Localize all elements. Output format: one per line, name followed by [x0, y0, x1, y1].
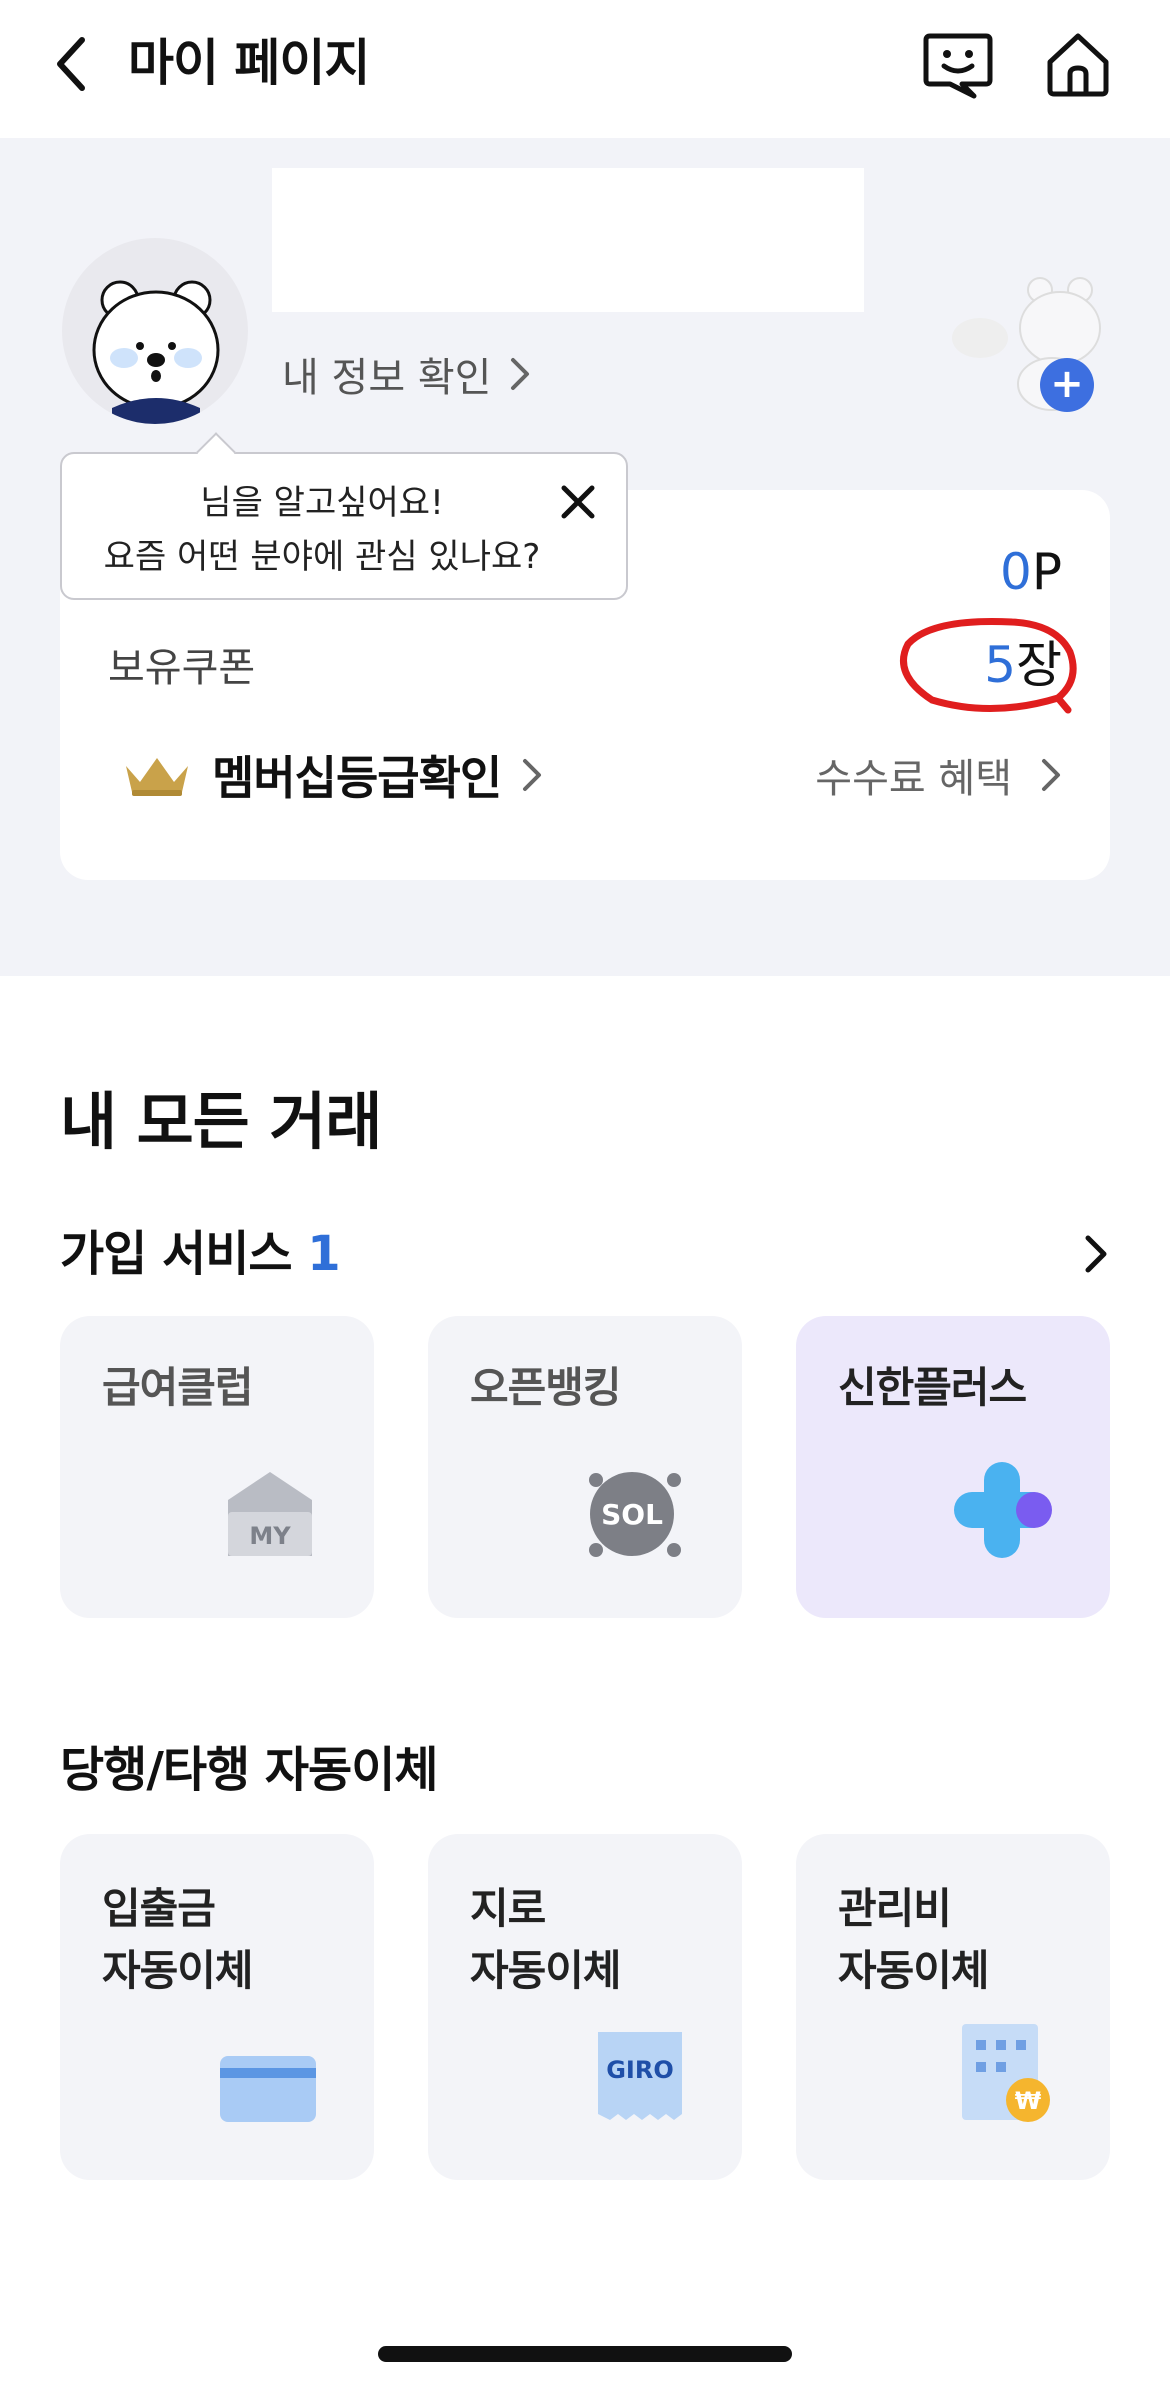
auto-transfer-line1: 지로: [470, 1884, 546, 1933]
auto-transfer-line1: 관리비: [838, 1884, 952, 1933]
auto-transfer-line2: 자동이체: [470, 1946, 622, 1995]
chevron-left-icon: [57, 37, 85, 91]
auto-transfer-label: 지로 자동이체: [470, 1878, 622, 2002]
interest-tooltip: 님을 알고싶어요! 요즘 어떤 분야에 관심 있나요?: [60, 432, 628, 600]
point-value[interactable]: 0P: [1000, 542, 1062, 602]
fee-benefit-link[interactable]: 수수료 혜택: [815, 740, 1062, 810]
section-title: 내 모든 거래: [60, 1085, 382, 1158]
add-badge[interactable]: +: [1040, 358, 1094, 412]
auto-transfer-line1: 입출금: [102, 1884, 216, 1933]
building-won-icon: ₩: [962, 2024, 1050, 2122]
mail-my-icon: MY: [228, 1472, 312, 1556]
sol-icon: SOL: [589, 1472, 681, 1557]
auto-transfer-label: 관리비 자동이체: [838, 1878, 990, 2002]
auto-transfer-tile-deposit[interactable]: 입출금 자동이체: [60, 1834, 374, 2180]
chevron-right-icon: [1085, 1235, 1107, 1273]
chevron-right-icon: [1042, 759, 1060, 791]
my-page: 마이 페이지 내 정보 확인 + 0P 보유쿠폰 5장 멤버십등급확인 수수료 …: [0, 0, 1170, 2382]
avatar[interactable]: [62, 238, 248, 424]
svg-text:GIRO: GIRO: [606, 2056, 674, 2084]
fee-label: 수수료 혜택: [815, 756, 1012, 802]
auto-transfer-line2: 자동이체: [102, 1946, 254, 1995]
bear-avatar-icon: [92, 280, 220, 424]
auto-transfer-tile-maintenance[interactable]: 관리비 자동이체 ₩: [796, 1834, 1110, 2180]
back-button[interactable]: [52, 30, 102, 98]
shinhan-plus-icon: [954, 1462, 1052, 1558]
crown-icon: [126, 758, 188, 796]
my-info-link[interactable]: 내 정보 확인: [282, 346, 531, 402]
auto-transfer-tile-giro[interactable]: 지로 자동이체 GIRO: [428, 1834, 742, 2180]
service-label: 오픈뱅킹: [470, 1363, 622, 1412]
name-area: [272, 168, 864, 312]
home-icon: [1047, 33, 1109, 97]
giro-icon: GIRO: [598, 2032, 682, 2120]
home-button[interactable]: [1042, 28, 1114, 100]
card-icon: [220, 2056, 316, 2122]
coupon-label: 보유쿠폰: [108, 645, 256, 691]
chevron-right-icon: [523, 759, 542, 791]
home-indicator[interactable]: [378, 2346, 792, 2362]
tooltip-line2: 요즘 어떤 분야에 관심 있나요?: [103, 537, 541, 577]
joined-services-label: 가입 서비스: [60, 1226, 293, 1282]
service-label: 신한플러스: [838, 1363, 1027, 1412]
service-tile-shinhan-plus[interactable]: 신한플러스: [796, 1316, 1110, 1618]
joined-services-heading: 가입 서비스 1: [60, 1222, 341, 1286]
service-label: 급여클럽: [102, 1363, 254, 1412]
header: 마이 페이지: [0, 0, 1170, 138]
chat-bot-icon: [923, 33, 993, 99]
coupon-number: 5: [984, 636, 1016, 694]
auto-transfer-heading: 당행/타행 자동이체: [60, 1742, 439, 1798]
coupon-value[interactable]: 5장: [984, 634, 1062, 696]
svg-text:MY: MY: [249, 1522, 291, 1550]
svg-text:₩: ₩: [1015, 2087, 1042, 2115]
joined-services-count: 1: [307, 1226, 340, 1282]
auto-transfer-label: 입출금 자동이체: [102, 1878, 254, 2002]
close-icon: [561, 485, 595, 519]
page-title: 마이 페이지: [128, 34, 370, 92]
service-tile-open-banking[interactable]: 오픈뱅킹 SOL: [428, 1316, 742, 1618]
auto-transfer-line2: 자동이체: [838, 1946, 990, 1995]
joined-services-more-button[interactable]: [1080, 1226, 1120, 1282]
service-tile-salary-club[interactable]: 급여클럽 MY: [60, 1316, 374, 1618]
chevron-right-icon: [511, 358, 530, 390]
tooltip-close-button[interactable]: [558, 482, 598, 522]
point-unit: P: [1031, 543, 1062, 601]
svg-text:SOL: SOL: [601, 1498, 663, 1531]
membership-label: 멤버십등급확인: [212, 751, 502, 805]
my-info-label: 내 정보 확인: [282, 355, 492, 401]
tooltip-line1: 님을 알고싶어요!: [200, 483, 444, 523]
tooltip-message: 님을 알고싶어요! 요즘 어떤 분야에 관심 있나요?: [62, 476, 582, 584]
coupon-unit: 장: [1016, 636, 1062, 694]
chat-bot-button[interactable]: [922, 30, 994, 100]
membership-link[interactable]: 멤버십등급확인: [122, 740, 543, 810]
point-number: 0: [1000, 543, 1032, 601]
